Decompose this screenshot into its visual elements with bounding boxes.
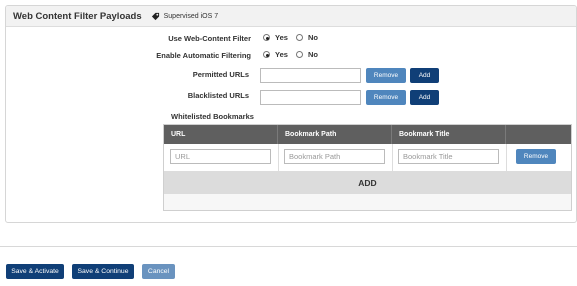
panel-header: Web Content Filter Payloads Supervised i… xyxy=(6,6,576,27)
bookmarks-table: URL Bookmark Path Bookmark Title URL Boo… xyxy=(163,124,572,211)
automatic-filtering-label: Enable Automatic Filtering xyxy=(156,51,251,60)
web-content-filter-yes-radio[interactable] xyxy=(263,34,270,41)
automatic-filtering-options: Yes No xyxy=(263,50,326,59)
blacklisted-urls-input[interactable] xyxy=(260,90,361,105)
permitted-urls-remove-button[interactable]: Remove xyxy=(366,68,406,83)
cancel-button[interactable]: Cancel xyxy=(142,264,175,279)
automatic-filtering-no-label: No xyxy=(307,50,318,59)
bookmarks-table-header: URL Bookmark Path Bookmark Title xyxy=(164,125,571,145)
automatic-filtering-yes-radio[interactable] xyxy=(263,51,270,58)
column-divider xyxy=(278,144,279,171)
automatic-filtering-yes-label: Yes xyxy=(275,50,288,59)
bookmark-url-input[interactable]: URL xyxy=(170,149,271,164)
blacklisted-urls-add-button[interactable]: Add xyxy=(410,90,439,105)
column-header-bookmark-title: Bookmark Title xyxy=(392,125,506,144)
web-content-filter-label: Use Web-Content Filter xyxy=(168,34,251,43)
column-header-actions xyxy=(506,125,571,144)
save-activate-button[interactable]: Save & Activate xyxy=(6,264,64,279)
footer-divider xyxy=(0,246,577,247)
automatic-filtering-no-radio[interactable] xyxy=(295,51,303,58)
bookmark-remove-button[interactable]: Remove xyxy=(516,149,556,164)
column-header-url: URL xyxy=(164,125,278,144)
tag-icon xyxy=(151,12,160,21)
bookmark-title-input[interactable]: Bookmark Title xyxy=(398,149,499,164)
save-continue-button[interactable]: Save & Continue xyxy=(72,264,134,279)
column-header-bookmark-path: Bookmark Path xyxy=(278,125,392,144)
table-row: URL Bookmark Path Bookmark Title Remove xyxy=(164,144,571,172)
whitelisted-bookmarks-label: Whitelisted Bookmarks xyxy=(171,112,254,121)
web-content-filter-options: Yes No xyxy=(263,33,326,42)
add-bookmark-button[interactable]: ADD xyxy=(164,171,571,194)
web-content-filter-no-label: No xyxy=(307,33,318,42)
blacklisted-urls-remove-button[interactable]: Remove xyxy=(366,90,406,105)
column-divider xyxy=(506,144,507,171)
column-divider xyxy=(392,144,393,171)
web-content-filter-no-radio[interactable] xyxy=(295,34,303,41)
panel-title: Web Content Filter Payloads xyxy=(13,10,142,22)
permitted-urls-input[interactable] xyxy=(260,68,361,83)
bookmark-path-input[interactable]: Bookmark Path xyxy=(284,149,385,164)
blacklisted-urls-label: Blacklisted URLs xyxy=(187,91,249,100)
permitted-urls-label: Permitted URLs xyxy=(192,70,249,79)
permitted-urls-add-button[interactable]: Add xyxy=(410,68,439,83)
panel-subtitle: Supervised iOS 7 xyxy=(163,12,219,20)
web-content-filter-yes-label: Yes xyxy=(275,33,288,42)
